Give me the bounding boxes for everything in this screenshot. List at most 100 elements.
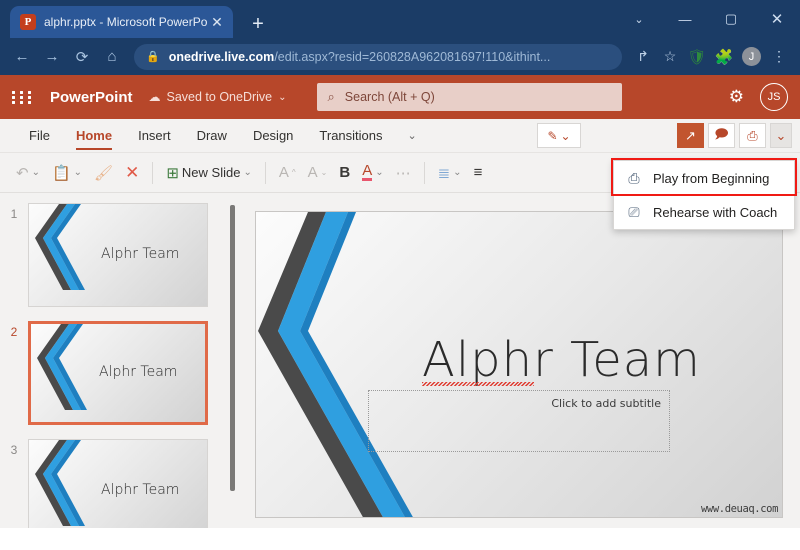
slide-canvas[interactable]: Alphr Team Click to add subtitle www.deu… <box>255 211 783 518</box>
more-font-options-button[interactable]: ⋯ <box>390 159 417 187</box>
toolbar-divider <box>423 161 425 184</box>
chevron-down-icon[interactable]: ⌄ <box>453 167 461 178</box>
spellcheck-squiggle <box>422 382 534 386</box>
close-window-button[interactable]: ✕ <box>754 0 800 38</box>
list-item[interactable]: 1 Alphr Team <box>0 203 238 307</box>
chevron-down-icon[interactable]: ⌄ <box>32 167 40 178</box>
tab-design[interactable]: Design <box>240 119 306 153</box>
increase-font-size-button[interactable]: A ^ <box>273 159 302 187</box>
chevron-down-icon[interactable]: ⌄ <box>278 92 286 103</box>
tab-transitions[interactable]: Transitions <box>306 119 395 153</box>
tab-file[interactable]: File <box>16 119 63 153</box>
window-controls: ⌄ — ▢ ✕ <box>616 0 800 38</box>
gear-icon[interactable]: ⚙ <box>729 87 744 107</box>
powerpoint-favicon-icon: P <box>20 14 36 30</box>
align-icon: ≡ <box>473 164 483 181</box>
pen-icon: ✎ <box>547 128 558 143</box>
app-launcher-icon[interactable] <box>12 90 34 104</box>
chevron-down-icon[interactable]: ⌄ <box>74 167 82 178</box>
share-button[interactable]: ↗ <box>677 123 704 148</box>
account-avatar[interactable]: JS <box>760 83 788 111</box>
subtitle-placeholder-text: Click to add subtitle <box>551 397 661 410</box>
present-dropdown-chevron-icon[interactable]: ⌄ <box>770 123 792 148</box>
list-item[interactable]: 2 Alphr Team <box>0 321 238 425</box>
menu-item-play-from-beginning[interactable]: ⎙ Play from Beginning <box>614 161 794 195</box>
undo-icon: ↶ <box>16 164 29 182</box>
chevron-down-icon[interactable]: ⌄ <box>616 0 662 38</box>
watermark-text: www.deuaq.com <box>701 503 778 515</box>
slide-thumbnail-title: Alphr Team <box>99 364 178 380</box>
browser-tab[interactable]: P alphr.pptx - Microsoft PowerPoin ✕ <box>10 6 233 38</box>
header-right-group: ⚙ JS <box>729 83 788 111</box>
bullets-button[interactable]: ≣ ⌄ <box>432 159 468 187</box>
more-tabs-chevron-icon[interactable]: ⌄ <box>396 129 429 142</box>
close-tab-icon[interactable]: ✕ <box>208 15 226 29</box>
browser-tab-strip: P alphr.pptx - Microsoft PowerPoin ✕ + ⌄… <box>0 0 800 38</box>
extensions-puzzle-icon[interactable]: 🧩 <box>711 44 737 70</box>
slide-thumbnail[interactable]: Alphr Team <box>28 203 208 307</box>
menu-item-rehearse-with-coach[interactable]: ⎚ Rehearse with Coach <box>614 195 794 229</box>
new-slide-icon: ⊞ <box>166 164 179 182</box>
bullet-list-icon: ≣ <box>437 164 451 182</box>
font-shrink-icon: A <box>307 164 318 181</box>
format-painter-button[interactable]: 🖌 <box>88 159 119 187</box>
browser-toolbar: ← → ⟳ ⌂ 🔒 onedrive.live.com/edit.aspx?re… <box>0 38 800 75</box>
share-icon[interactable]: ↱ <box>630 44 656 70</box>
comments-button[interactable]: 🗩 <box>708 123 735 148</box>
list-item[interactable]: 3 Alphr Team <box>0 439 238 528</box>
forward-icon[interactable]: → <box>38 43 66 71</box>
decrease-font-size-button[interactable]: A ⌄ <box>302 159 334 187</box>
slide-number: 1 <box>10 207 18 221</box>
browser-profile-avatar[interactable]: J <box>742 47 761 66</box>
slide-editing-area: Alphr Team Click to add subtitle www.deu… <box>238 193 800 528</box>
browser-menu-icon[interactable]: ⋮ <box>766 44 792 70</box>
subtitle-placeholder-box[interactable]: Click to add subtitle <box>368 390 670 452</box>
search-box[interactable]: ⌕ Search (Alt + Q) <box>316 83 622 111</box>
align-button[interactable]: ≡ <box>468 159 489 187</box>
new-tab-button[interactable]: + <box>247 14 269 34</box>
save-status[interactable]: ☁ Saved to OneDrive ⌄ <box>149 90 287 104</box>
chevron-down-icon[interactable]: ⌄ <box>561 129 571 143</box>
present-button[interactable]: ⎙ <box>739 123 766 148</box>
undo-button[interactable]: ↶ ⌄ <box>10 159 46 187</box>
shield-icon[interactable]: 🛡 <box>684 44 710 70</box>
rehearse-with-coach-icon: ⎚ <box>628 203 640 220</box>
search-icon: ⌕ <box>327 89 335 104</box>
search-input[interactable]: Search (Alt + Q) <box>345 90 435 104</box>
paintbrush-icon: 🖌 <box>94 164 114 182</box>
tab-draw[interactable]: Draw <box>184 119 240 153</box>
font-color-button[interactable]: A ⌄ <box>356 159 389 187</box>
bookmark-star-icon[interactable]: ☆ <box>657 44 683 70</box>
address-bar-url: onedrive.live.com/edit.aspx?resid=260828… <box>169 50 551 64</box>
slide-thumbnail-selected[interactable]: Alphr Team <box>28 321 208 425</box>
slide-number: 2 <box>10 325 18 339</box>
back-icon[interactable]: ← <box>8 43 36 71</box>
minimize-button[interactable]: — <box>662 0 708 38</box>
new-slide-label: New Slide <box>181 165 241 180</box>
chevron-down-icon[interactable]: ⌄ <box>243 167 251 178</box>
paste-button[interactable]: 📋 ⌄ <box>46 159 88 187</box>
slide-thumbnail-pane: 1 Alphr Team 2 Alphr Team 3 Alphr Team <box>0 193 238 528</box>
cut-button[interactable]: ✕ <box>119 159 145 187</box>
font-grow-icon: A <box>278 164 289 181</box>
tab-home[interactable]: Home <box>63 119 125 153</box>
bold-button[interactable]: B <box>333 159 356 187</box>
ribbon-right-buttons: ✎ ⌄ ↗ 🗩 ⎙ ⌄ <box>537 123 800 148</box>
font-color-icon: A <box>362 163 373 182</box>
address-bar[interactable]: 🔒 onedrive.live.com/edit.aspx?resid=2608… <box>134 43 622 70</box>
slide-thumbnail[interactable]: Alphr Team <box>28 439 208 528</box>
maximize-button[interactable]: ▢ <box>708 0 754 38</box>
close-x-icon: ✕ <box>125 162 140 182</box>
reload-icon[interactable]: ⟳ <box>68 43 96 71</box>
home-icon[interactable]: ⌂ <box>98 43 126 71</box>
slide-title-text[interactable]: Alphr Team <box>422 332 701 388</box>
pen-tool-button[interactable]: ✎ ⌄ <box>537 123 581 148</box>
slide-thumbnail-title: Alphr Team <box>101 482 180 498</box>
new-slide-button[interactable]: ⊞ New Slide ⌄ <box>160 159 258 187</box>
cloud-icon: ☁ <box>148 90 161 104</box>
chevron-down-icon[interactable]: ⌄ <box>375 167 383 178</box>
play-from-beginning-icon: ⎙ <box>628 169 640 186</box>
tab-insert[interactable]: Insert <box>125 119 184 153</box>
thumbnail-scrollbar[interactable] <box>230 205 235 491</box>
url-host: onedrive.live.com <box>168 49 275 64</box>
